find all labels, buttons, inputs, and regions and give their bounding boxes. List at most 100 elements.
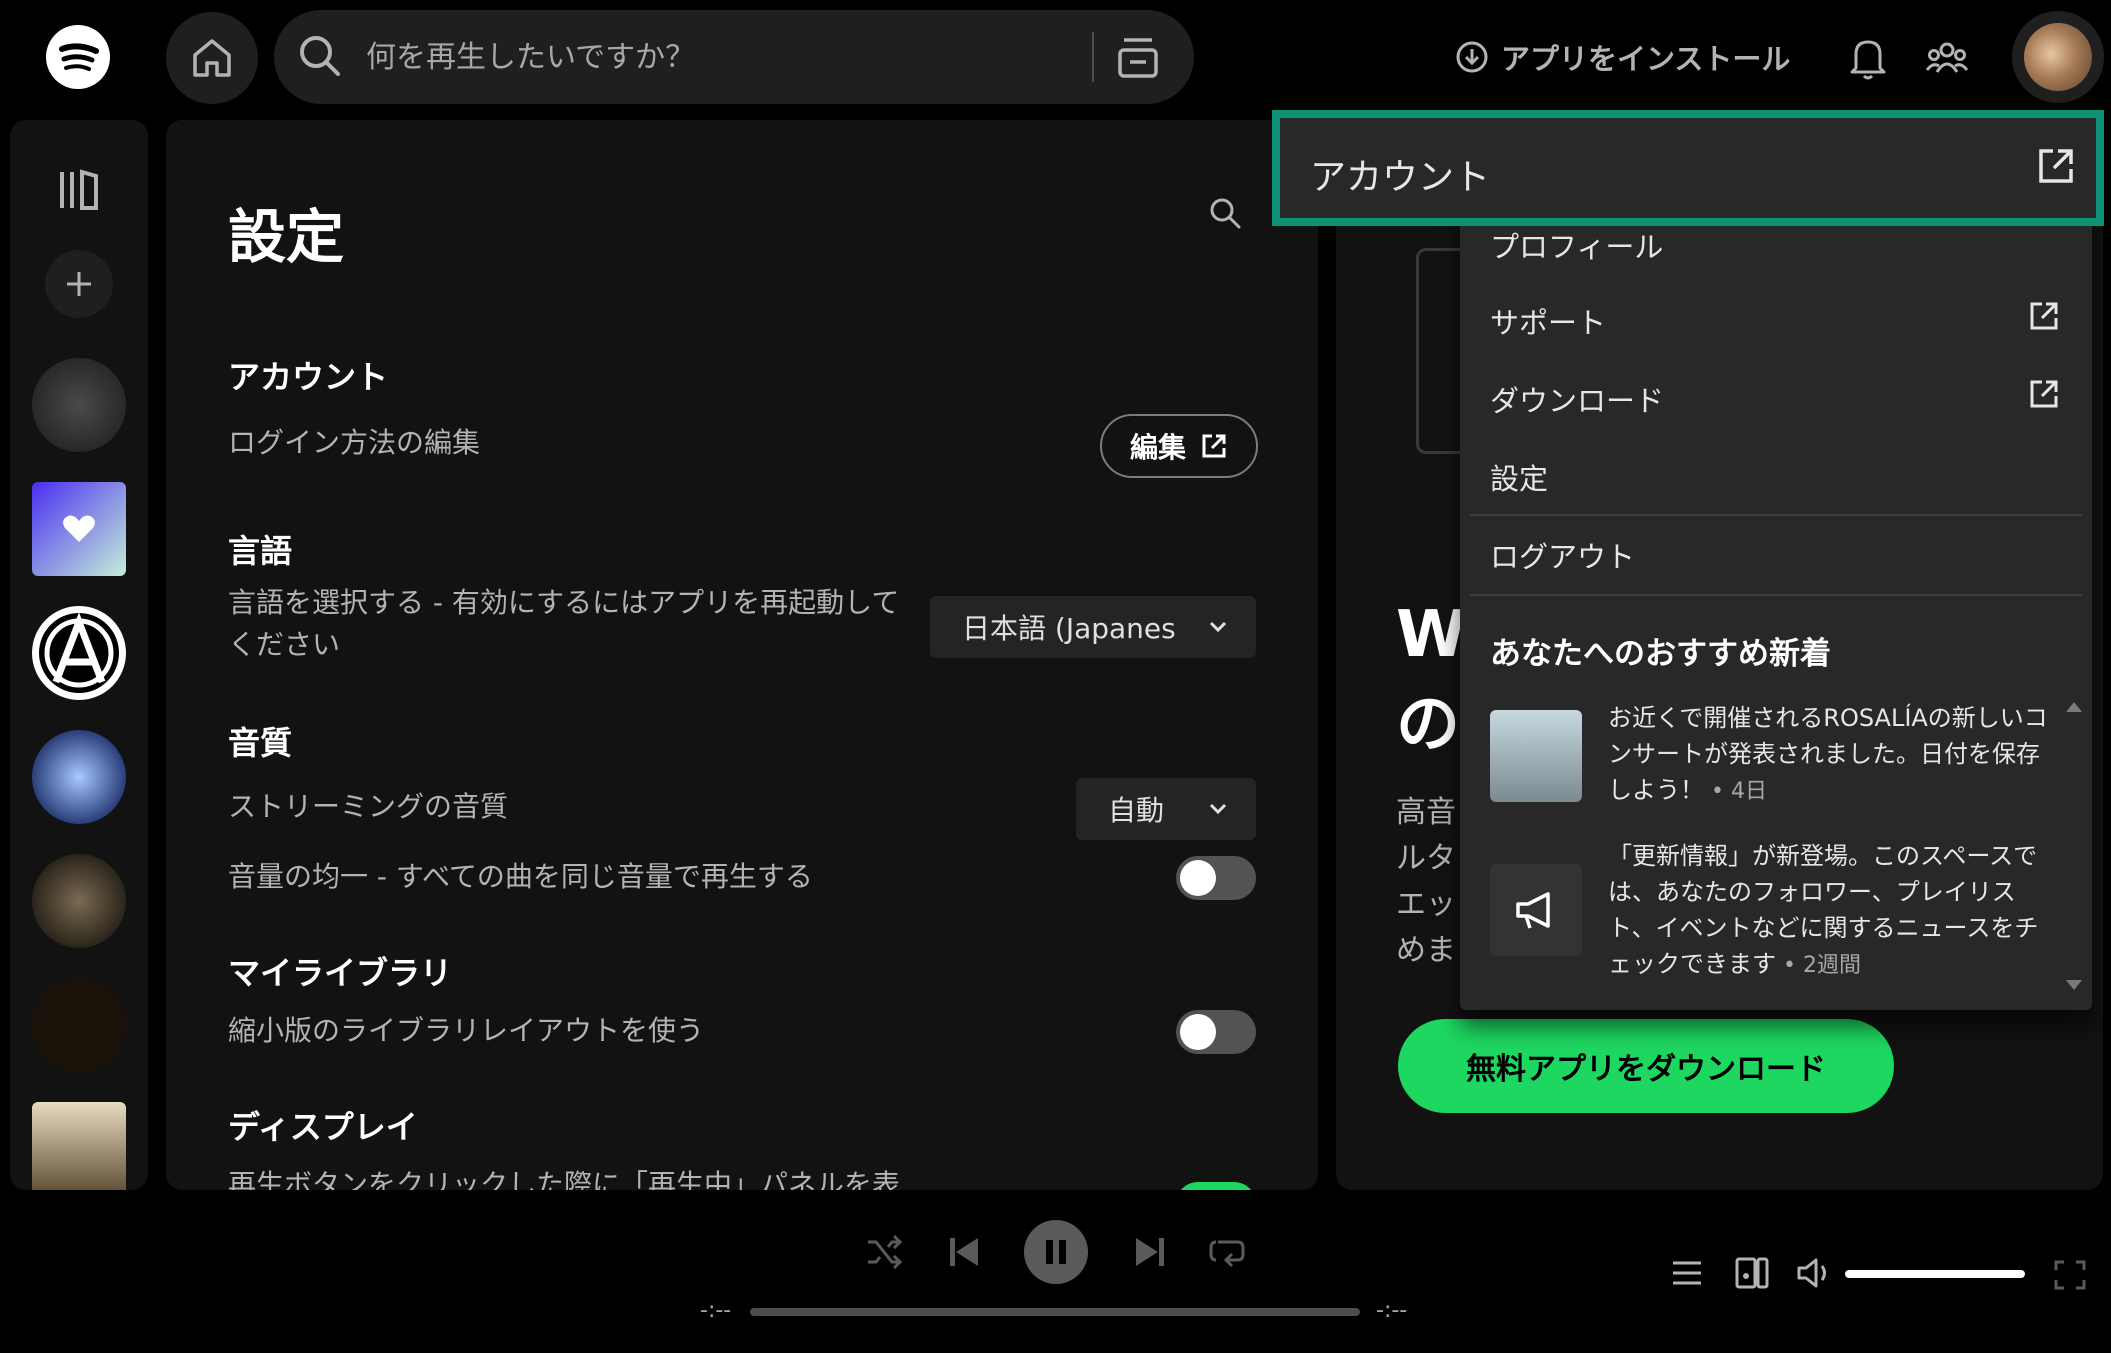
browse-icon[interactable] — [1116, 34, 1160, 80]
fullscreen-icon[interactable] — [2054, 1260, 2086, 1290]
promo-heading-line1: W — [1396, 598, 1467, 672]
search-input[interactable] — [364, 32, 1048, 82]
promo-heading: W の — [1396, 590, 1467, 770]
section-heading-display: ディスプレイ — [228, 1108, 418, 1146]
login-method-label: ログイン方法の編集 — [228, 426, 481, 459]
edit-login-button[interactable]: 編集 — [1100, 414, 1258, 478]
create-playlist-button[interactable] — [45, 250, 113, 318]
streaming-quality-select[interactable]: 自動 — [1076, 778, 1256, 840]
elapsed-time: -:-- — [700, 1298, 732, 1323]
notification-item[interactable]: 「更新情報」が新登場。このスペースでは、あなたのフォロワー、プレイリスト、イベン… — [1490, 838, 2050, 988]
home-icon — [193, 39, 231, 77]
download-circle-icon — [1456, 41, 1488, 73]
menu-item-support[interactable]: サポート — [1490, 300, 1606, 342]
external-link-icon — [1202, 434, 1226, 458]
notification-time: • 2週間 — [1776, 953, 1861, 978]
streaming-quality-value: 自動 — [1108, 794, 1165, 827]
display-row-label: 再生ボタンをクリックした際に「再生中」パネルを表 — [228, 1168, 901, 1190]
menu-item-logout[interactable]: ログアウト — [1490, 534, 1635, 576]
user-avatar-button[interactable] — [2012, 11, 2104, 103]
notification-thumbnail — [1490, 864, 1582, 956]
library-artist-item[interactable] — [32, 358, 126, 452]
language-select[interactable]: 日本語 (Japanes — [930, 596, 1256, 658]
notification-text: お近くで開催されるROSALÍAの新しいコンサートが発表されました。日付を保存し… — [1608, 700, 2048, 810]
search-bar[interactable] — [274, 10, 1194, 104]
avatar — [2024, 23, 2092, 91]
notification-item[interactable]: お近くで開催されるROSALÍAの新しいコンサートが発表されました。日付を保存し… — [1490, 700, 2050, 820]
menu-item-settings[interactable]: 設定 — [1490, 456, 1548, 498]
total-time: -:-- — [1376, 1298, 1408, 1323]
compact-library-label: 縮小版のライブラリレイアウトを使う — [228, 1014, 705, 1047]
promo-line: ルタ — [1396, 841, 1456, 876]
plus-icon — [67, 272, 91, 296]
home-button[interactable] — [166, 12, 258, 104]
install-app-link[interactable]: アプリをインストール — [1455, 32, 1790, 82]
edit-button-label: 編集 — [1129, 431, 1186, 464]
volume-icon[interactable] — [1796, 1256, 1832, 1290]
queue-icon[interactable] — [1670, 1258, 1704, 1288]
anarchy-logo-icon — [39, 612, 119, 693]
pause-icon — [1046, 1240, 1066, 1264]
friend-activity-icon[interactable] — [1925, 36, 1969, 80]
previous-track-icon[interactable] — [946, 1234, 982, 1270]
search-divider — [1092, 32, 1094, 82]
chevron-down-icon — [1209, 621, 1227, 633]
section-heading-quality: 音質 — [228, 724, 293, 762]
page-title: 設定 — [228, 203, 345, 271]
library-icon[interactable] — [56, 166, 104, 214]
menu-item-download[interactable]: ダウンロード — [1490, 378, 1664, 420]
promo-line: めま — [1396, 933, 1456, 968]
notification-text: 「更新情報」が新登場。このスペースでは、あなたのフォロワー、プレイリスト、イベン… — [1608, 838, 2048, 984]
heart-icon — [63, 515, 95, 542]
spotify-logo-icon[interactable] — [46, 25, 110, 89]
shuffle-icon[interactable] — [866, 1234, 904, 1270]
menu-divider — [1470, 514, 2082, 516]
section-heading-library: マイライブラリ — [228, 954, 453, 992]
menu-item-account-label: アカウント — [1310, 157, 1491, 198]
library-artist-item[interactable] — [32, 606, 126, 700]
megaphone-icon — [1516, 892, 1550, 929]
language-label-line1: 言語を選択する - 有効にするにはアプリを再起動して — [228, 586, 900, 619]
scroll-up-arrow[interactable] — [2066, 702, 2082, 712]
settings-panel: 設定 アカウント ログイン方法の編集 編集 言語 言語を選択する - 有効にする… — [166, 120, 1318, 1190]
account-menu: プロフィール サポート ダウンロード 設定 ログアウト あなたへのおすすめ新着 … — [1460, 150, 2092, 1010]
notification-message: お近くで開催されるROSALÍAの新しいコンサートが発表されました。日付を保存し… — [1608, 704, 2048, 804]
streaming-quality-label: ストリーミングの音質 — [228, 790, 509, 823]
scroll-down-arrow[interactable] — [2066, 980, 2082, 990]
menu-divider — [1470, 594, 2082, 596]
library-artist-item[interactable] — [32, 730, 126, 824]
library-sidebar — [10, 120, 148, 1190]
notification-thumbnail — [1490, 710, 1582, 802]
now-playing-toggle[interactable] — [1176, 1182, 1256, 1190]
section-heading-account: アカウント — [228, 358, 389, 396]
normalize-volume-toggle[interactable] — [1176, 856, 1256, 900]
compact-library-toggle[interactable] — [1176, 1010, 1256, 1054]
repeat-icon[interactable] — [1208, 1234, 1246, 1270]
promo-heading-line2: の — [1396, 688, 1460, 762]
menu-item-account[interactable]: アカウント — [1272, 110, 2104, 226]
chevron-down-icon — [1209, 803, 1227, 815]
menu-item-profile[interactable]: プロフィール — [1490, 224, 1663, 266]
search-icon[interactable] — [1208, 196, 1242, 230]
promo-line: 高音 — [1396, 795, 1456, 830]
promo-description: 高音 ルタ エッ めま — [1396, 790, 1456, 974]
playback-progress-bar[interactable] — [750, 1308, 1360, 1316]
volume-slider[interactable] — [1845, 1270, 2025, 1278]
notification-time: • 4日 — [1704, 779, 1767, 804]
pause-button[interactable] — [1024, 1220, 1088, 1284]
notifications-title: あなたへのおすすめ新着 — [1490, 636, 1831, 672]
download-free-app-button[interactable]: 無料アプリをダウンロード — [1398, 1019, 1894, 1113]
section-heading-language: 言語 — [228, 532, 293, 570]
external-link-icon — [2030, 302, 2058, 330]
library-artist-item[interactable] — [32, 854, 126, 948]
language-label-line2: ください — [228, 628, 341, 661]
promo-line: エッ — [1396, 887, 1456, 922]
connect-device-icon[interactable] — [1734, 1256, 1770, 1290]
next-track-icon[interactable] — [1132, 1234, 1168, 1270]
bell-icon[interactable] — [1848, 36, 1888, 80]
search-icon — [300, 36, 340, 76]
normalize-volume-label: 音量の均一 - すべての曲を同じ音量で再生する — [228, 860, 813, 893]
liked-songs-item[interactable] — [32, 482, 126, 576]
library-album-item[interactable] — [32, 1102, 126, 1190]
library-artist-item[interactable] — [32, 978, 126, 1072]
